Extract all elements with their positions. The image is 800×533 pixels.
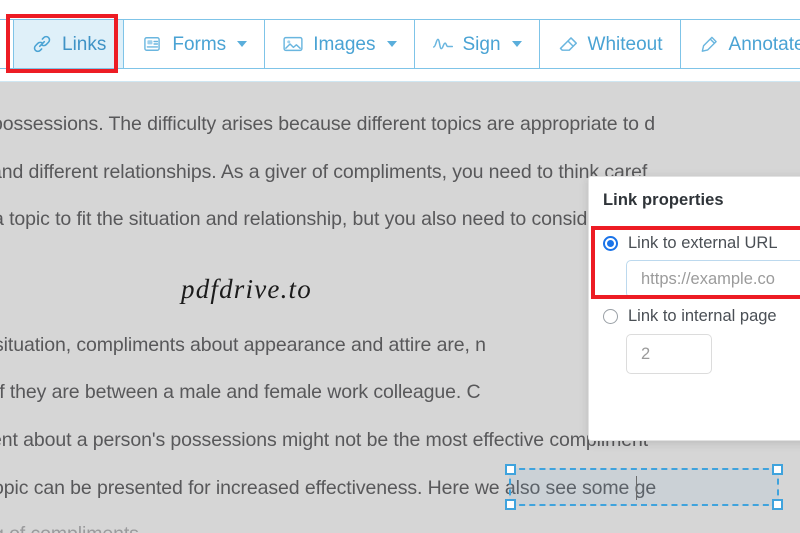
document-text-line: g of compliments.	[0, 523, 144, 533]
tab-links[interactable]: Links	[13, 20, 125, 68]
resize-handle-top-right[interactable]	[772, 464, 783, 475]
link-icon	[31, 33, 53, 55]
radio-link-external[interactable]: Link to external URL	[603, 234, 778, 253]
text-caret	[636, 476, 637, 500]
form-icon	[141, 33, 163, 55]
editor-toolbar: Links Forms Images Sign Whiteout Annotat…	[0, 0, 800, 82]
tab-images-label: Images	[313, 33, 376, 55]
pdf-editor-window: Links Forms Images Sign Whiteout Annotat…	[0, 0, 800, 533]
link-properties-title: Link properties	[603, 191, 724, 209]
resize-handle-bottom-left[interactable]	[505, 499, 516, 510]
radio-internal-indicator[interactable]	[603, 309, 618, 324]
resize-handle-top-left[interactable]	[505, 464, 516, 475]
document-text-line: a topic to fit the situation and relatio…	[0, 208, 646, 230]
radio-external-label: Link to external URL	[628, 234, 778, 252]
tab-forms-label: Forms	[172, 33, 227, 55]
tab-annotate-label: Annotate	[728, 33, 800, 55]
document-text-line: ent about a person's possessions might n…	[0, 429, 649, 451]
link-selection-box[interactable]	[505, 464, 783, 510]
watermark-pdfdrive: pdfdrive.to	[181, 274, 312, 304]
toolbar-tab-strip: Links Forms Images Sign Whiteout Annotat…	[0, 19, 800, 69]
tab-sign[interactable]: Sign	[414, 20, 540, 68]
radio-internal-label: Link to internal page	[628, 307, 777, 325]
image-icon	[282, 33, 304, 55]
document-text-line: and different relationships. As a giver …	[0, 161, 648, 183]
tab-whiteout[interactable]: Whiteout	[539, 20, 681, 68]
tab-links-label: Links	[62, 33, 107, 55]
external-url-input[interactable]: https://example.co	[626, 260, 800, 298]
internal-page-input[interactable]: 2	[626, 334, 712, 374]
document-text-line: situation, compliments about appearance …	[0, 334, 486, 356]
tab-annotate[interactable]: Annotate	[680, 20, 800, 68]
radio-link-internal[interactable]: Link to internal page	[603, 307, 777, 326]
document-text-line: possessions. The difficulty arises becau…	[0, 113, 655, 135]
pen-icon	[698, 33, 720, 55]
resize-handle-bottom-right[interactable]	[772, 499, 783, 510]
document-text-line: if they are between a male and female wo…	[0, 381, 481, 403]
tab-images[interactable]: Images	[265, 20, 415, 68]
tab-sign-label: Sign	[462, 33, 501, 55]
signature-icon	[432, 33, 454, 55]
chevron-down-icon	[511, 41, 522, 47]
radio-external-indicator[interactable]	[603, 236, 618, 251]
chevron-down-icon	[237, 41, 248, 47]
link-properties-panel: Link properties Link to external URL htt…	[588, 176, 800, 441]
tab-whiteout-label: Whiteout	[587, 33, 663, 55]
eraser-icon	[557, 33, 579, 55]
tab-forms[interactable]: Forms	[124, 20, 266, 68]
chevron-down-icon	[386, 41, 397, 47]
toolbar-divider	[0, 81, 800, 82]
